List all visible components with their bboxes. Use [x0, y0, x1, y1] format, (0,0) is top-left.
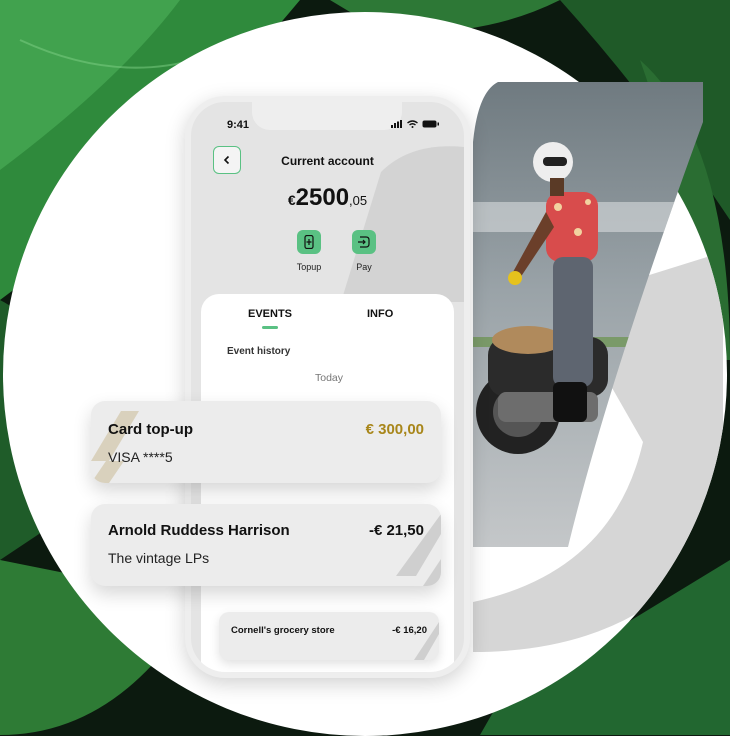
rider-photo	[458, 82, 703, 547]
page-title: Current account	[281, 154, 374, 168]
phone-notch	[252, 102, 402, 130]
signal-icon	[391, 120, 402, 128]
event-card-grocery[interactable]: Cornell's grocery store -€ 16,20	[219, 612, 439, 660]
card-pay-icon	[352, 230, 376, 254]
tab-events[interactable]: EVENTS	[248, 308, 292, 320]
event-sub: VISA ****5	[108, 449, 173, 465]
status-time: 9:41	[227, 119, 250, 131]
event-card-vinyl[interactable]: Arnold Ruddess Harrison The vintage LPs …	[91, 504, 441, 586]
tab-active-indicator	[262, 326, 278, 329]
phone-topup-icon	[297, 230, 321, 254]
card-accent-decoration	[414, 622, 439, 660]
status-icons	[391, 120, 440, 128]
card-accent-decoration	[396, 514, 441, 586]
event-name: Cornell's grocery store	[231, 625, 335, 636]
tab-info[interactable]: INFO	[367, 308, 393, 320]
topup-label: Topup	[296, 262, 322, 272]
event-card-topup[interactable]: Card top-up VISA ****5 € 300,00	[91, 401, 441, 483]
account-balance: €2500,05	[191, 184, 464, 212]
balance-integer: 2500	[295, 184, 350, 211]
event-name: Arnold Ruddess Harrison	[108, 522, 290, 539]
event-name: Card top-up	[108, 421, 193, 438]
wifi-icon	[407, 120, 418, 128]
event-sub: The vintage LPs	[108, 550, 210, 566]
phone-mockup: 9:41 Current account €2500,05 Topup Pay …	[185, 96, 470, 678]
balance-decimal: ,05	[349, 193, 368, 208]
battery-icon	[422, 120, 439, 128]
event-amount: -€ 21,50	[368, 522, 424, 539]
phone-screen: 9:41 Current account €2500,05 Topup Pay …	[191, 102, 464, 672]
balance-currency: €	[287, 192, 296, 208]
event-history-title: Event history	[227, 346, 291, 357]
event-amount: € 300,00	[365, 421, 424, 438]
topup-button[interactable]: Topup	[284, 230, 334, 272]
pay-button[interactable]: Pay	[339, 230, 389, 272]
pay-label: Pay	[356, 262, 372, 272]
card-accent-decoration	[91, 411, 139, 483]
date-group-label: Today	[315, 372, 344, 384]
event-amount: -€ 16,20	[392, 625, 427, 636]
